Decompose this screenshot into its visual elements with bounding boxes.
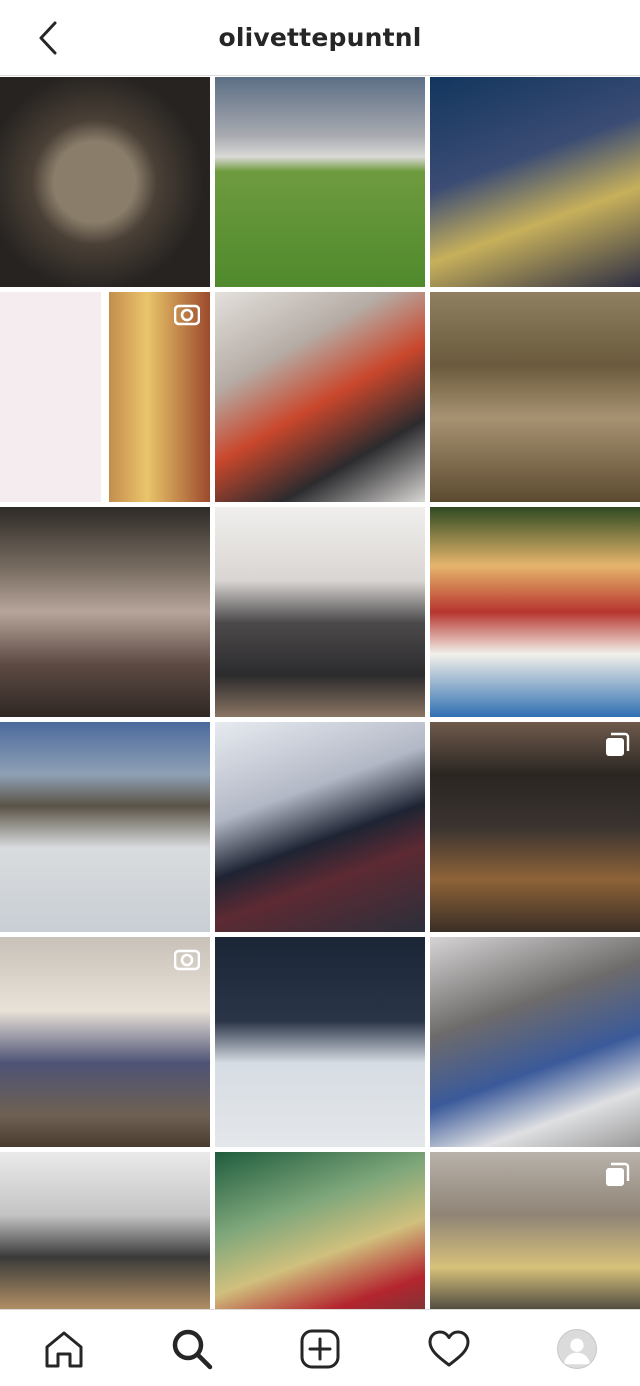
post-family-on-ice[interactable] — [0, 722, 210, 932]
post-driving-peace-sign[interactable] — [430, 937, 640, 1147]
video-icon — [174, 949, 200, 971]
video-icon — [174, 304, 200, 326]
home-tab[interactable] — [41, 1326, 87, 1372]
post-kitchen-blender[interactable] — [430, 1152, 640, 1309]
post-crafts-and-candy[interactable] — [0, 292, 210, 502]
post-mirror-selfie[interactable] — [215, 292, 425, 502]
top-bar: olivettepuntnl — [0, 0, 640, 76]
carousel-icon — [606, 1162, 630, 1186]
carousel-icon — [606, 732, 630, 756]
posts-grid — [0, 77, 640, 1309]
post-elevator-mirror[interactable] — [0, 507, 210, 717]
profile-tab[interactable] — [554, 1326, 600, 1372]
search-icon — [172, 1329, 213, 1370]
post-garden-picnic-table[interactable] — [215, 77, 425, 287]
post-snowman-by-car[interactable] — [215, 937, 425, 1147]
back-button[interactable] — [30, 18, 66, 58]
post-boy-costume[interactable] — [0, 1152, 210, 1309]
post-boy-with-book[interactable] — [430, 507, 640, 717]
chevron-left-icon — [39, 21, 57, 55]
post-car-window-snow[interactable] — [215, 722, 425, 932]
home-icon — [45, 1331, 83, 1368]
post-gift-box[interactable] — [430, 722, 640, 932]
post-cat-closeup[interactable] — [0, 77, 210, 287]
activity-tab[interactable] — [426, 1326, 472, 1372]
post-boy-on-floor[interactable] — [0, 937, 210, 1147]
post-girl-peacock[interactable] — [215, 1152, 425, 1309]
avatar-icon — [557, 1329, 597, 1369]
plus-square-icon — [300, 1329, 340, 1369]
post-kids-in-woods[interactable] — [430, 292, 640, 502]
heart-icon — [428, 1330, 470, 1367]
search-tab[interactable] — [169, 1326, 215, 1372]
bottom-tab-bar — [0, 1309, 640, 1386]
post-boy-on-beanbag[interactable] — [215, 507, 425, 717]
post-kids-on-sofa[interactable] — [430, 77, 640, 287]
new-post-tab[interactable] — [297, 1326, 343, 1372]
profile-username-title: olivettepuntnl — [218, 23, 422, 52]
